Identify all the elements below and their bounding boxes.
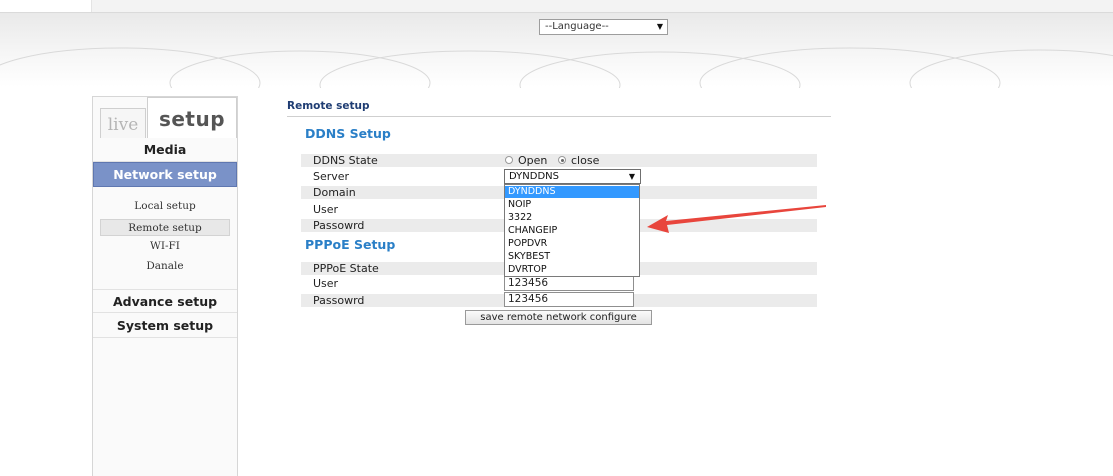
ddns-section-title: DDNS Setup xyxy=(305,126,391,141)
server-option-dynddns[interactable]: DYNDDNS xyxy=(505,186,639,198)
sidebar-subitem-danale[interactable]: Danale xyxy=(100,258,230,275)
tab-setup[interactable]: setup xyxy=(147,97,237,140)
breadcrumb: Remote setup xyxy=(287,100,370,112)
server-option-changeip[interactable]: CHANGEIP xyxy=(505,225,639,237)
server-option-skybest[interactable]: SKYBEST xyxy=(505,251,639,263)
server-dropdown-list: DYNDDNS NOIP 3322 CHANGEIP POPDVR SKYBES… xyxy=(504,184,640,277)
sidebar-item-system-setup[interactable]: System setup xyxy=(93,314,237,338)
ddns-close-radio[interactable] xyxy=(558,156,566,164)
user-label: User xyxy=(313,203,339,216)
pppoe-password-input[interactable]: 123456 xyxy=(504,292,634,307)
sidebar-item-network-setup[interactable]: Network setup xyxy=(93,162,237,187)
sidebar-subitem-local-setup[interactable]: Local setup xyxy=(100,198,230,215)
language-select[interactable]: --Language-- ▼ xyxy=(539,19,668,35)
pppoe-password-label: Passowrd xyxy=(313,294,365,307)
server-option-dvrtop[interactable]: DVRTOP xyxy=(505,264,639,276)
sidebar-subitem-remote-setup[interactable]: Remote setup xyxy=(100,219,230,236)
ddns-close-label: close xyxy=(571,154,600,167)
chevron-down-icon: ▼ xyxy=(656,22,663,31)
language-select-value: --Language-- xyxy=(545,21,609,32)
server-option-noip[interactable]: NOIP xyxy=(505,199,639,211)
pppoe-section-title: PPPoE Setup xyxy=(305,237,396,252)
sidebar-item-media[interactable]: Media xyxy=(93,138,237,162)
server-select-value: DYNDDNS xyxy=(509,171,559,182)
ddns-open-label: Open xyxy=(518,154,548,167)
save-remote-network-button[interactable]: save remote network configure xyxy=(465,310,652,325)
sidebar-item-advance-setup[interactable]: Advance setup xyxy=(93,289,237,313)
server-option-popdvr[interactable]: POPDVR xyxy=(505,238,639,250)
ddns-state-label: DDNS State xyxy=(313,154,378,167)
chevron-down-icon: ▼ xyxy=(628,172,635,181)
top-strip xyxy=(0,0,1113,12)
browser-tab-stub xyxy=(0,0,92,12)
pppoe-user-input[interactable]: 123456 xyxy=(504,276,634,291)
pppoe-user-label: User xyxy=(313,277,339,290)
breadcrumb-divider xyxy=(287,116,831,117)
domain-label: Domain xyxy=(313,186,356,199)
server-select[interactable]: DYNDDNS ▼ xyxy=(504,169,641,184)
pppoe-state-label: PPPoE State xyxy=(313,262,379,275)
server-option-3322[interactable]: 3322 xyxy=(505,212,639,224)
annotation-arrow-icon xyxy=(647,205,826,233)
tab-live[interactable]: live xyxy=(100,108,146,140)
password-label: Passowrd xyxy=(313,219,365,232)
sidebar-subitem-wifi[interactable]: WI-FI xyxy=(100,238,230,255)
server-label: Server xyxy=(313,170,350,183)
ddns-open-radio[interactable] xyxy=(505,156,513,164)
